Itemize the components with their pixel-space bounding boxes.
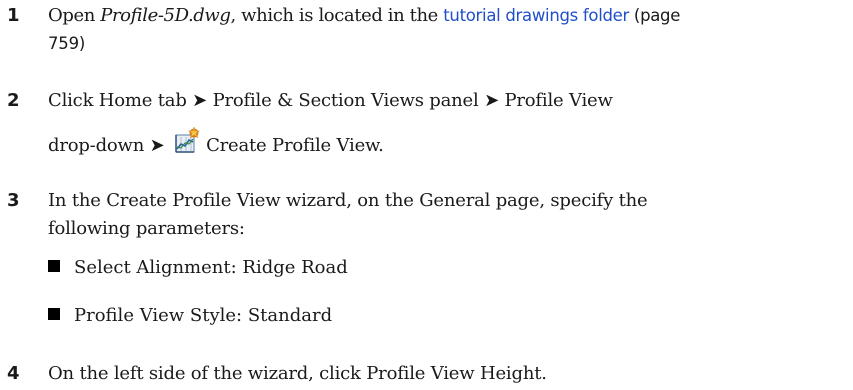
step-number: 4 — [7, 363, 20, 384]
step-text-segment: , which is located in the — [230, 5, 444, 26]
step-number: 3 — [7, 190, 20, 211]
bullet-text: Profile View Style: Standard — [74, 305, 333, 326]
list-item: Profile View Style: Standard — [48, 302, 848, 330]
square-bullet-icon — [48, 308, 60, 320]
step-text-line: Click Home tab ➤ Profile & Section Views… — [48, 90, 613, 111]
create-profile-view-icon — [174, 126, 200, 155]
step-text: Open Profile-5D.dwg, which is located in… — [48, 2, 848, 58]
step-text: On the left side of the wizard, click Pr… — [48, 360, 848, 388]
step-number: 1 — [7, 5, 20, 26]
step-text-line: On the left side of the wizard, click Pr… — [48, 363, 547, 384]
page-reference-continued: 759) — [48, 34, 86, 53]
list-item: Select Alignment: Ridge Road — [48, 254, 848, 282]
step-text-segment: drop-down ➤ — [48, 135, 171, 156]
tutorial-drawings-folder-link[interactable]: tutorial drawings folder — [443, 6, 629, 25]
filename: Profile-5D.dwg — [100, 5, 231, 26]
step-text-line: following parameters: — [48, 218, 245, 239]
step-text-segment: Create Profile View. — [206, 135, 384, 156]
step-number: 2 — [7, 90, 20, 111]
step-text-segment: Open — [48, 5, 101, 26]
tutorial-document: 1 Open Profile-5D.dwg, which is located … — [0, 0, 853, 390]
square-bullet-icon — [48, 260, 60, 272]
step-text: In the Create Profile View wizard, on th… — [48, 187, 848, 243]
bullet-text: Select Alignment: Ridge Road — [74, 257, 348, 278]
page-reference: (page — [628, 6, 681, 25]
step-text: Click Home tab ➤ Profile & Section Views… — [48, 87, 848, 156]
step-text-line: In the Create Profile View wizard, on th… — [48, 190, 648, 211]
